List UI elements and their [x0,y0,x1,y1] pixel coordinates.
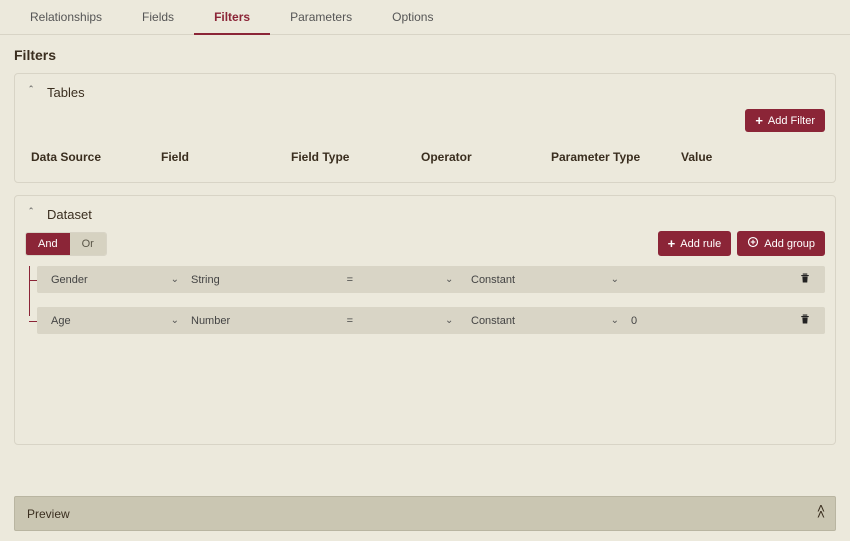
add-filter-button[interactable]: + Add Filter [745,109,825,132]
col-field: Field [155,146,285,168]
dataset-section: ＾ Dataset And Or + Add rule Add group [14,195,836,445]
rule-operator-select[interactable]: = ⌄ [335,315,465,327]
rule-field-select[interactable]: Age ⌄ [45,315,185,327]
tab-filters[interactable]: Filters [194,0,270,34]
tab-relationships[interactable]: Relationships [10,0,122,34]
dataset-title: Dataset [47,207,92,222]
delete-rule-button[interactable] [799,313,811,328]
page-title: Filters [0,35,850,73]
rule-param-type-select[interactable]: Constant ⌄ [465,315,625,327]
tab-options[interactable]: Options [372,0,453,34]
add-rule-label: Add rule [680,238,721,250]
plus-icon: + [755,114,763,127]
and-button[interactable]: And [26,233,70,255]
rule-operator-select[interactable]: = ⌄ [335,274,465,286]
add-group-button[interactable]: Add group [737,231,825,256]
add-group-label: Add group [764,238,815,250]
rule-value-input[interactable]: 0 [625,315,793,327]
rule-field-value: Age [51,315,71,327]
col-field-type: Field Type [285,146,415,168]
tables-title: Tables [47,85,85,100]
plus-icon: + [668,237,676,250]
col-value: Value [675,146,825,168]
circle-plus-icon [747,236,759,251]
dataset-header[interactable]: ＾ Dataset [25,206,825,231]
preview-bar[interactable]: Preview ˄˄ [14,496,836,531]
chevron-down-icon: ⌄ [171,274,179,285]
rule-field-select[interactable]: Gender ⌄ [45,274,185,286]
rule-param-type-value: Constant [471,274,515,286]
and-or-toggle: And Or [25,232,107,256]
add-filter-label: Add Filter [768,115,815,127]
delete-rule-button[interactable] [799,272,811,287]
rule-field-value: Gender [51,274,88,286]
rule-value-text: 0 [631,315,637,327]
rule-param-type-select[interactable]: Constant ⌄ [465,274,625,286]
col-data-source: Data Source [25,146,155,168]
rule-operator-value: = [347,274,353,286]
chevron-double-up-icon[interactable]: ˄˄ [817,505,823,522]
chevron-down-icon: ⌄ [171,315,179,326]
rule-type-value: Number [191,315,230,327]
tables-section: ＾ Tables + Add Filter Data Source Field … [14,73,836,183]
rule-operator-value: = [347,315,353,327]
rule-row: Age ⌄ Number = ⌄ Constant ⌄ [37,307,825,334]
tables-header[interactable]: ＾ Tables [25,84,825,109]
col-operator: Operator [415,146,545,168]
add-rule-button[interactable]: + Add rule [658,231,732,256]
chevron-down-icon: ⌄ [445,274,453,285]
tab-fields[interactable]: Fields [122,0,194,34]
chevron-down-icon: ⌄ [611,315,619,326]
chevron-up-icon: ＾ [25,206,37,223]
col-parameter-type: Parameter Type [545,146,675,168]
or-button[interactable]: Or [70,233,106,255]
rule-param-type-value: Constant [471,315,515,327]
chevron-up-icon: ＾ [25,84,37,101]
tables-column-header: Data Source Field Field Type Operator Pa… [25,140,825,168]
rule-type-label: String [185,274,335,286]
rule-row: Gender ⌄ String = ⌄ Constant ⌄ [37,266,825,293]
tab-bar: Relationships Fields Filters Parameters … [0,0,850,35]
chevron-down-icon: ⌄ [611,274,619,285]
chevron-down-icon: ⌄ [445,315,453,326]
rule-type-value: String [191,274,220,286]
tab-parameters[interactable]: Parameters [270,0,372,34]
preview-label: Preview [27,507,70,521]
rules-list: Gender ⌄ String = ⌄ Constant ⌄ [25,266,825,334]
rule-type-label: Number [185,315,335,327]
